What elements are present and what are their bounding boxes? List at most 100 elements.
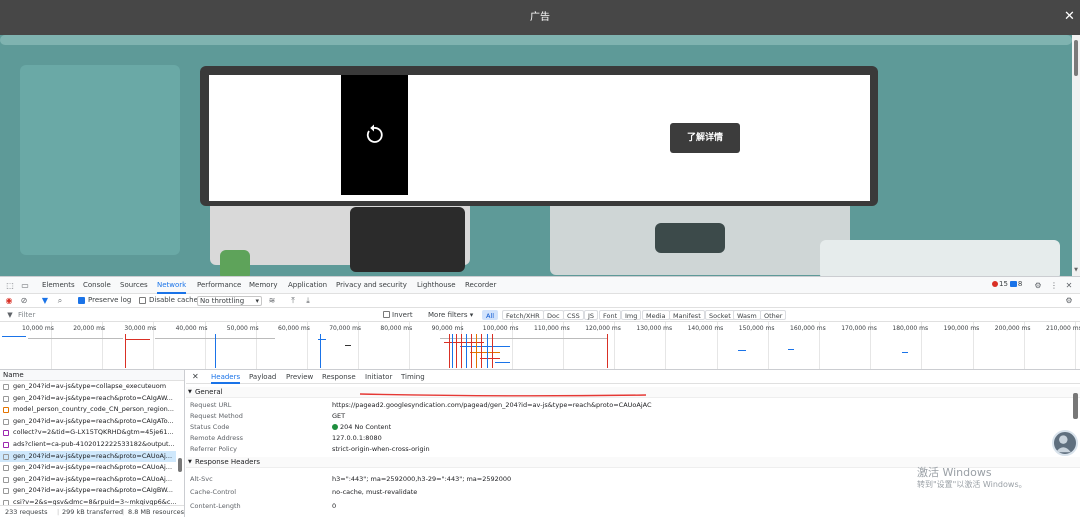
clear-icon[interactable]: ⊘ xyxy=(18,295,30,307)
tab-preview[interactable]: Preview xyxy=(286,370,313,384)
close-icon[interactable]: ✕ xyxy=(1062,9,1077,25)
tab-privacy-security[interactable]: Privacy and security xyxy=(336,277,407,294)
filter-socket[interactable]: Socket xyxy=(705,310,735,320)
timeline-marker xyxy=(125,334,126,368)
close-detail-icon[interactable]: ✕ xyxy=(192,370,199,384)
timeline-bar xyxy=(155,338,215,339)
list-item[interactable]: gen_204?id=av-js&type=reach&proto=CAUoAj… xyxy=(0,450,176,463)
gear-icon[interactable]: ⚙ xyxy=(1032,280,1044,292)
list-item[interactable]: gen_204?id=av-js&type=reach&proto=CAIgBW… xyxy=(0,485,176,497)
network-toolbar: ◉ ⊘ ▼ ⌕ Preserve log Disable cache No th… xyxy=(0,294,1080,308)
tab-console[interactable]: Console xyxy=(83,277,111,294)
tab-application[interactable]: Application xyxy=(288,277,327,294)
tab-headers[interactable]: Headers xyxy=(211,370,241,384)
detail-scrollbar[interactable] xyxy=(1073,393,1078,419)
timeline-marker xyxy=(461,334,462,368)
detail-tabbar: ✕ Headers Payload Preview Response Initi… xyxy=(186,370,1080,384)
timeline-bar xyxy=(444,342,484,343)
user-avatar-icon xyxy=(1055,435,1071,453)
timeline-tick-label: 210,000 ms xyxy=(1046,325,1080,332)
timeline-tick-label: 60,000 ms xyxy=(278,325,310,332)
tab-performance[interactable]: Performance xyxy=(197,277,241,294)
more-menu-icon[interactable]: ⋮ xyxy=(1048,280,1060,292)
error-count: 15 xyxy=(999,280,1008,288)
filter-fetch-xhr[interactable]: Fetch/XHR xyxy=(502,310,544,320)
filter-other[interactable]: Other xyxy=(760,310,787,320)
filter-manifest[interactable]: Manifest xyxy=(669,310,705,320)
network-overview-timeline[interactable]: 10,000 ms 20,000 ms 30,000 ms 40,000 ms 50,0… xyxy=(0,322,1080,370)
annotation-underline xyxy=(359,393,647,397)
request-type-icon xyxy=(3,407,9,414)
record-icon[interactable]: ◉ xyxy=(3,295,15,307)
list-item[interactable]: gen_204?id=av-js&type=reach&proto=CAUoAj… xyxy=(0,462,176,474)
filter-media[interactable]: Media xyxy=(642,310,670,320)
network-settings-icon[interactable]: ⚙ xyxy=(1063,295,1075,307)
search-icon[interactable]: ⌕ xyxy=(54,295,66,307)
request-name: gen_204?id=av-js&type=reach&proto=CAIgAT… xyxy=(13,416,174,425)
timeline-tick-label: 50,000 ms xyxy=(226,325,259,332)
filter-js[interactable]: JS xyxy=(584,310,599,320)
tab-initiator[interactable]: Initiator xyxy=(365,370,392,384)
device-toolbar-icon[interactable]: ▭ xyxy=(19,280,31,292)
request-name: model_person_country_code_CN_person_regi… xyxy=(13,405,174,414)
list-item[interactable]: gen_204?id=av-js&type=collapse_executeuo… xyxy=(0,381,176,393)
filter-font[interactable]: Font xyxy=(599,310,622,320)
request-list-scrollbar[interactable] xyxy=(178,458,182,472)
issue-counter[interactable]: 15 8 xyxy=(992,280,1022,288)
upload-icon[interactable]: ⤒ xyxy=(287,295,299,307)
referrer-policy-key: Referrer Policy xyxy=(190,445,238,453)
list-item[interactable]: ads?client=ca-pub-4102012222533182&outpu… xyxy=(0,439,176,451)
learn-more-button[interactable]: 了解详情 xyxy=(670,123,740,153)
more-filters-dropdown[interactable]: More filters ▾ xyxy=(428,311,473,319)
tab-recorder[interactable]: Recorder xyxy=(465,277,496,294)
request-count: 233 requests xyxy=(5,508,48,516)
throttling-select[interactable]: No throttling ▾ xyxy=(197,296,262,306)
list-item[interactable]: model_person_country_code_CN_person_regi… xyxy=(0,404,176,416)
timeline-tick-label: 30,000 ms xyxy=(124,325,157,332)
network-conditions-icon[interactable]: ≋ xyxy=(266,295,278,307)
filter-wasm[interactable]: Wasm xyxy=(733,310,761,320)
preserve-log-checkbox[interactable] xyxy=(78,297,85,304)
list-item[interactable]: gen_204?id=av-js&type=reach&proto=CAIgAW… xyxy=(0,393,176,405)
filter-bar: ▼ Filter Invert More filters ▾ All Fetch… xyxy=(0,308,1080,322)
download-icon[interactable]: ⤓ xyxy=(302,295,314,307)
filter-icon[interactable]: ▼ xyxy=(39,295,51,307)
list-item[interactable]: gen_204?id=av-js&type=reach&proto=CAUoAj… xyxy=(0,474,176,486)
filter-all[interactable]: All xyxy=(482,310,499,320)
timeline-marker xyxy=(492,334,493,368)
timeline-bar xyxy=(28,338,123,339)
page-scroll-thumb[interactable] xyxy=(1074,40,1078,76)
timeline-tick-label: 20,000 ms xyxy=(73,325,106,332)
referrer-policy-value: strict-origin-when-cross-origin xyxy=(332,445,430,453)
timeline-tick-label: 180,000 ms xyxy=(892,325,929,332)
tab-payload[interactable]: Payload xyxy=(249,370,276,384)
invert-label: Invert xyxy=(392,311,413,319)
close-devtools-icon[interactable]: ✕ xyxy=(1063,280,1075,292)
name-column-header[interactable]: Name xyxy=(3,371,24,379)
filter-img[interactable]: Img xyxy=(621,310,642,320)
scroll-down-icon[interactable]: ▼ xyxy=(1072,266,1080,274)
tab-lighthouse[interactable]: Lighthouse xyxy=(417,277,456,294)
disable-cache-label: Disable cache xyxy=(149,296,198,304)
filter-doc[interactable]: Doc xyxy=(543,310,564,320)
request-name: gen_204?id=av-js&type=reach&proto=CAIgAW… xyxy=(13,393,173,402)
invert-checkbox[interactable] xyxy=(383,311,390,318)
chevron-down-icon: ▾ xyxy=(255,297,259,305)
tab-network[interactable]: Network xyxy=(157,277,187,294)
tab-response[interactable]: Response xyxy=(322,370,356,384)
filter-css[interactable]: CSS xyxy=(563,310,584,320)
request-url-value: https://pagead2.googlesyndication.com/pa… xyxy=(332,401,652,409)
alt-svc-key: Alt-Svc xyxy=(190,475,213,483)
disable-cache-checkbox[interactable] xyxy=(139,297,146,304)
tab-elements[interactable]: Elements xyxy=(42,277,75,294)
tab-memory[interactable]: Memory xyxy=(249,277,277,294)
avatar[interactable] xyxy=(1052,430,1078,456)
list-item[interactable]: gen_204?id=av-js&type=reach&proto=CAIgAT… xyxy=(0,416,176,428)
tab-timing[interactable]: Timing xyxy=(401,370,425,384)
list-item[interactable]: collect?v=2&tid=G-LX15TQKRHD&gtm=45je61.… xyxy=(0,427,176,439)
triangle-down-icon: ▼ xyxy=(188,459,192,465)
replay-icon[interactable] xyxy=(361,122,387,148)
inspect-icon[interactable]: ⬚ xyxy=(4,280,16,292)
tab-sources[interactable]: Sources xyxy=(120,277,148,294)
filter-input[interactable]: Filter xyxy=(18,311,35,319)
